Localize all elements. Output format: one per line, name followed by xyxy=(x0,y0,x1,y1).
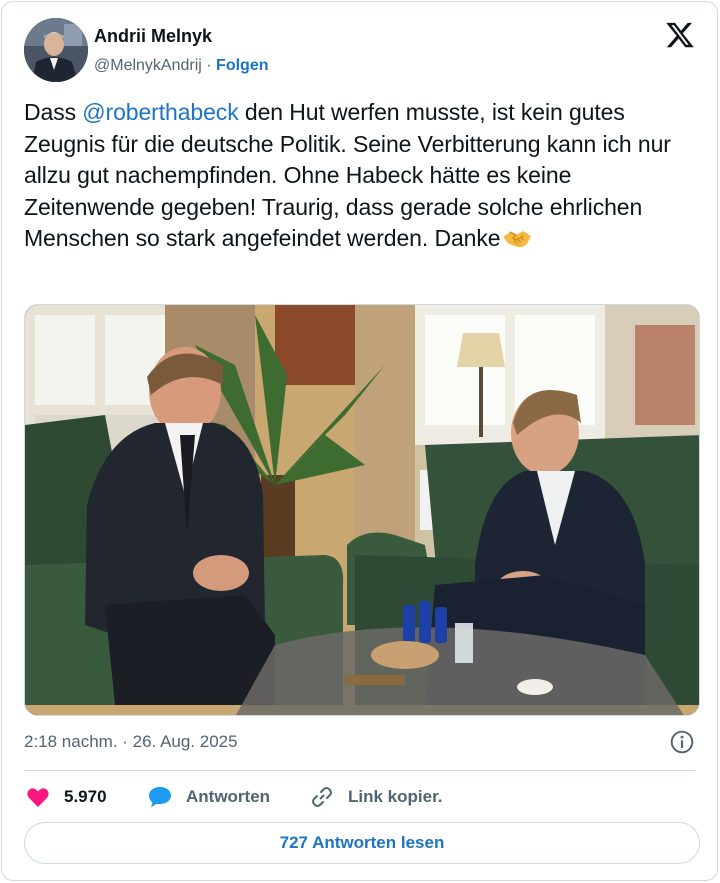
copy-link-button[interactable]: Link kopier. xyxy=(310,784,442,810)
tweet-text: Dass @roberthabeck den Hut werfen musste… xyxy=(24,97,700,259)
like-button[interactable]: 5.970 xyxy=(26,784,107,810)
copy-link-label: Link kopier. xyxy=(348,787,443,806)
reply-label: Antworten xyxy=(186,787,271,806)
handle-separator: · xyxy=(201,57,217,74)
handshake-emoji-icon xyxy=(501,227,533,259)
tweet-timestamp[interactable]: 2:18 nachm. · 26. Aug. 2025 xyxy=(24,732,238,752)
follow-button[interactable]: Folgen xyxy=(216,57,268,74)
reply-bubble-icon xyxy=(149,787,171,808)
author-handle-row: @MelnykAndrij · Folgen xyxy=(94,57,268,75)
link-icon xyxy=(312,787,332,807)
info-icon[interactable] xyxy=(669,729,695,755)
divider xyxy=(24,770,695,771)
mention-link[interactable]: @roberthabeck xyxy=(82,99,238,125)
author-handle[interactable]: @MelnykAndrij xyxy=(94,57,202,74)
read-replies-button[interactable]: 727 Antworten lesen xyxy=(24,822,700,864)
heart-icon xyxy=(27,788,49,807)
tweet-photo[interactable] xyxy=(24,304,700,716)
author-avatar[interactable] xyxy=(24,18,88,82)
x-logo-icon[interactable] xyxy=(665,20,695,50)
tweet-card: Andrii Melnyk @MelnykAndrij · Folgen Das… xyxy=(1,1,718,881)
author-name[interactable]: Andrii Melnyk xyxy=(94,26,212,47)
like-count: 5.970 xyxy=(64,787,107,806)
reply-button[interactable]: Antworten xyxy=(148,784,270,810)
tweet-text-start: Dass xyxy=(24,99,83,125)
